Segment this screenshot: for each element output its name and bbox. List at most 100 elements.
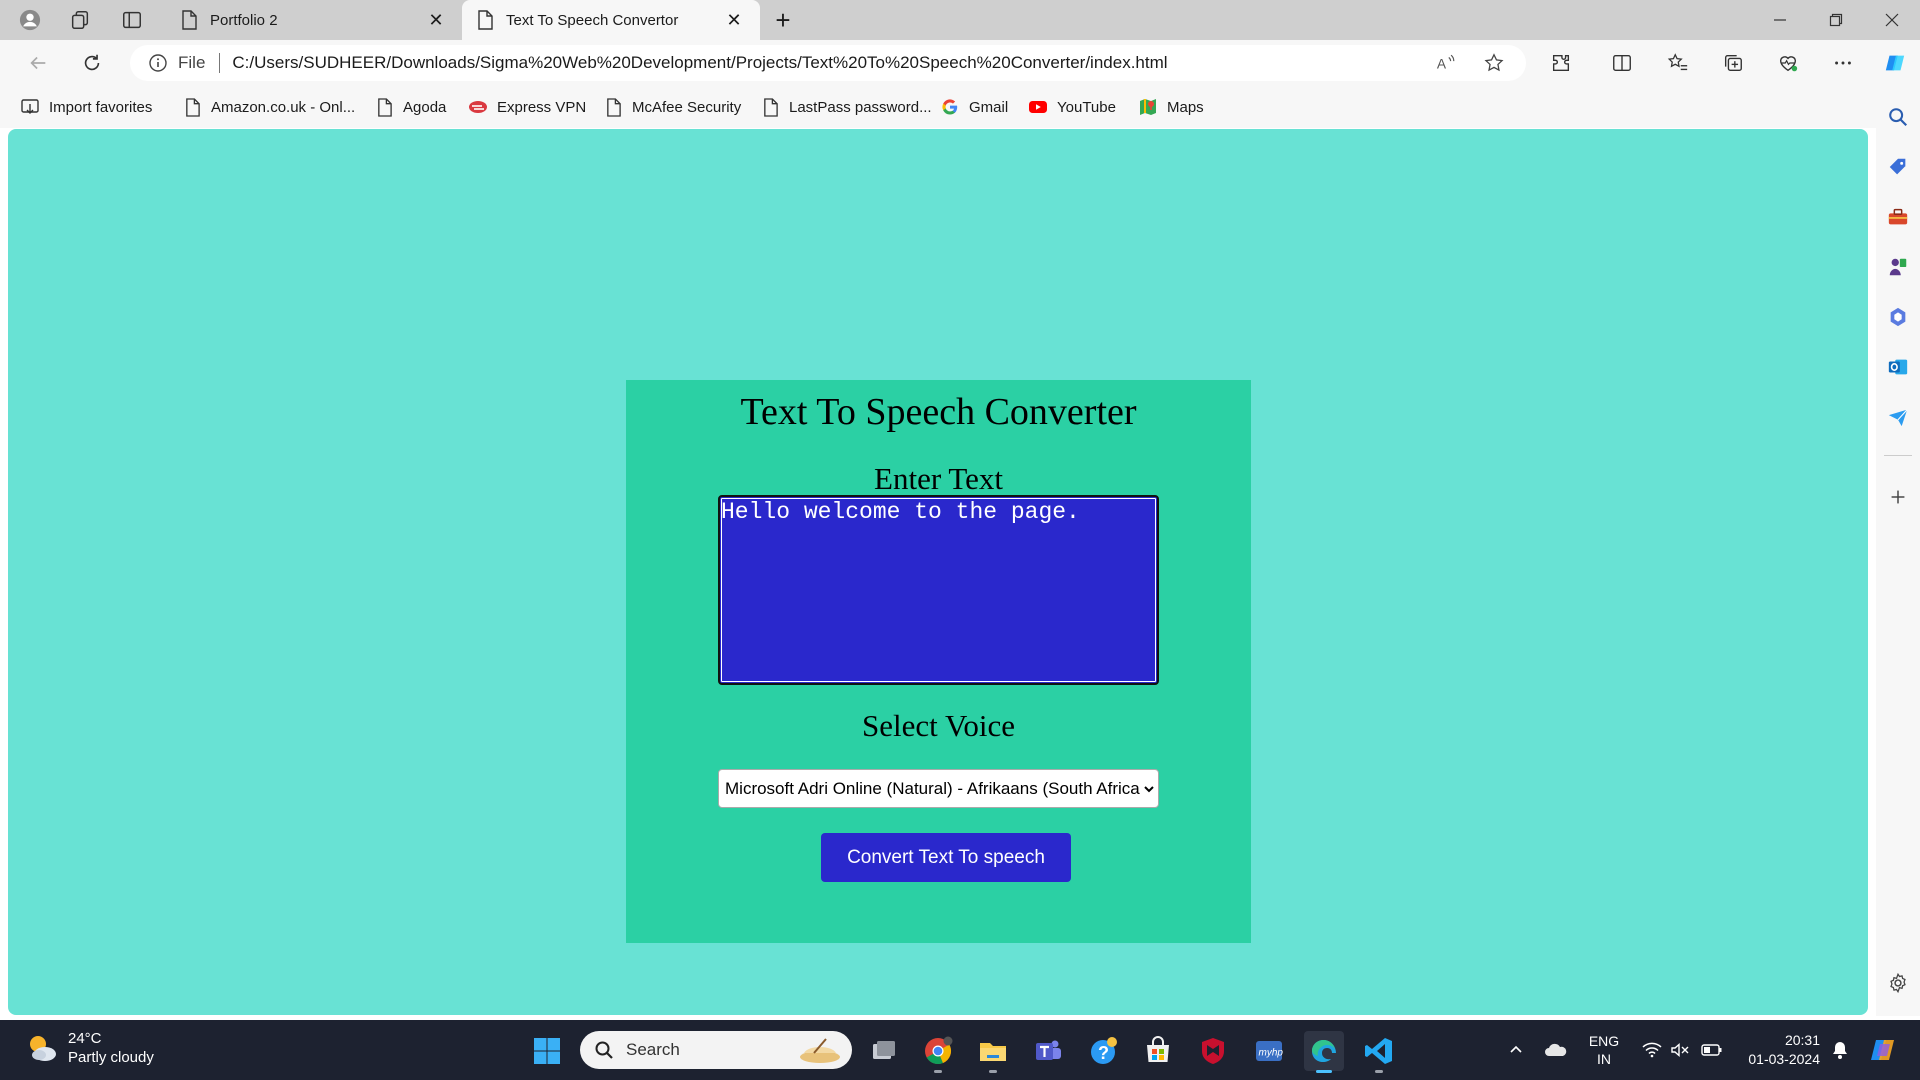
battery-status[interactable] (1696, 1020, 1728, 1080)
taskbar-chrome[interactable] (918, 1031, 958, 1073)
read-aloud-icon[interactable]: A (1432, 49, 1460, 77)
outlook-icon (1888, 359, 1908, 375)
weather-widget[interactable]: 24°C Partly cloudy (24, 1029, 154, 1067)
start-button[interactable] (527, 1031, 567, 1071)
taskbar-file-explorer[interactable] (973, 1031, 1013, 1073)
collections-button[interactable] (1715, 45, 1751, 81)
taskbar-vscode[interactable] (1359, 1031, 1399, 1073)
favorites-button[interactable] (1660, 45, 1696, 81)
split-screen-button[interactable] (1604, 45, 1640, 81)
text-input[interactable]: Hello welcome to the page. (718, 495, 1159, 685)
favorite-lastpass[interactable]: LastPass password... (760, 93, 932, 121)
favorites-bar: Import favorites Amazon.co.uk - Onl... A… (0, 86, 1920, 128)
taskbar-mcafee[interactable] (1193, 1031, 1233, 1071)
page-icon (374, 97, 394, 117)
taskbar-edge[interactable] (1304, 1031, 1344, 1073)
sidebar-m365-button[interactable] (1883, 302, 1913, 332)
profile-button[interactable] (12, 4, 48, 36)
new-tab-button[interactable]: + (765, 4, 801, 36)
voice-selected-value: Microsoft Adri Online (Natural) - Afrika… (725, 778, 1140, 798)
converter-card: Text To Speech Converter Enter Text Hell… (626, 380, 1251, 943)
sidebar-tools-button[interactable] (1883, 202, 1913, 232)
copilot-button[interactable] (1877, 45, 1913, 81)
clock-date: 01-03-2024 (1748, 1051, 1820, 1067)
tab-portfolio[interactable]: Portfolio 2 ✕ (166, 0, 462, 40)
sidebar-outlook-button[interactable] (1883, 352, 1913, 382)
search-highlight-icon (800, 1038, 840, 1063)
onedrive-button[interactable] (1540, 1020, 1572, 1080)
language-indicator[interactable]: ENG IN (1584, 1020, 1624, 1080)
settings-more-button[interactable] (1825, 45, 1861, 81)
favorite-youtube[interactable]: YouTube (1028, 93, 1116, 121)
browser-toolbar: File C:/Users/SUDHEER/Downloads/Sigma%20… (0, 40, 1920, 86)
minimize-button[interactable] (1752, 0, 1808, 40)
help-icon: ? (1091, 1037, 1117, 1064)
favorite-label: Amazon.co.uk - Onl... (211, 98, 356, 116)
favorite-label: Express VPN (497, 98, 587, 116)
import-icon (20, 97, 40, 117)
sidebar-drop-button[interactable] (1883, 402, 1913, 432)
close-window-button[interactable] (1864, 0, 1920, 40)
address-bar[interactable]: File C:/Users/SUDHEER/Downloads/Sigma%20… (130, 45, 1526, 81)
volume-status[interactable] (1666, 1020, 1694, 1080)
sidebar-add-button[interactable] (1883, 482, 1913, 512)
url-text[interactable]: C:/Users/SUDHEER/Downloads/Sigma%20Web%2… (232, 53, 1167, 73)
taskbar-store[interactable] (1138, 1031, 1178, 1071)
youtube-icon (1028, 97, 1048, 117)
favorite-label: Import favorites (49, 98, 153, 116)
workspaces-button[interactable] (62, 4, 98, 36)
sidebar-search-button[interactable] (1883, 102, 1913, 132)
lang-region: IN (1597, 1051, 1611, 1067)
vertical-tabs-button[interactable] (114, 4, 150, 36)
copilot-taskbar-button[interactable] (1864, 1020, 1904, 1080)
tab-text-to-speech[interactable]: Text To Speech Convertor ✕ (462, 0, 760, 40)
show-hidden-icons-button[interactable] (1500, 1020, 1532, 1080)
favorite-amazon[interactable]: Amazon.co.uk - Onl... (182, 93, 355, 121)
back-button[interactable] (20, 45, 56, 81)
favorite-mcafee[interactable]: McAfee Security (603, 93, 741, 121)
restore-button[interactable] (1808, 0, 1864, 40)
browser-essentials-button[interactable] (1770, 45, 1806, 81)
sidebar-games-button[interactable] (1883, 252, 1913, 282)
taskbar-clock[interactable]: 20:31 01-03-2024 (1735, 1031, 1820, 1069)
favorite-expressvpn[interactable]: Express VPN (468, 93, 586, 121)
voice-select[interactable]: Microsoft Adri Online (Natural) - Afrika… (718, 769, 1159, 808)
refresh-button[interactable] (74, 45, 110, 81)
restore-icon (1829, 13, 1843, 27)
sidebar-shopping-button[interactable] (1883, 152, 1913, 182)
notifications-button[interactable] (1826, 1020, 1854, 1080)
taskbar-myhp[interactable]: myhp (1249, 1031, 1289, 1071)
taskbar-task-view[interactable] (864, 1031, 904, 1071)
wifi-status[interactable] (1638, 1020, 1666, 1080)
favorite-gmail[interactable]: Gmail (940, 93, 1008, 121)
battery-icon (1701, 1044, 1722, 1056)
favorite-star-icon[interactable] (1480, 49, 1508, 77)
refresh-icon (84, 54, 100, 71)
wifi-icon (1642, 1042, 1662, 1058)
split-screen-icon (1613, 54, 1631, 72)
page-icon (182, 97, 202, 117)
taskbar-search[interactable]: Search (580, 1031, 852, 1069)
taskbar-teams[interactable] (1028, 1031, 1068, 1071)
expressvpn-icon (468, 97, 488, 117)
chrome-icon (925, 1036, 953, 1065)
games-icon (1889, 258, 1907, 276)
favorite-import[interactable]: Import favorites (20, 93, 152, 121)
taskbar-get-help[interactable]: ? (1083, 1031, 1123, 1071)
favorite-label: LastPass password... (789, 98, 932, 116)
workspaces-icon (71, 11, 89, 29)
favorite-agoda[interactable]: Agoda (374, 93, 446, 121)
weather-temp: 24°C (68, 1030, 102, 1047)
running-indicator (1316, 1070, 1332, 1073)
convert-button[interactable]: Convert Text To speech (821, 833, 1071, 882)
close-icon[interactable]: ✕ (424, 8, 448, 32)
close-icon[interactable]: ✕ (722, 8, 746, 32)
extensions-button[interactable] (1543, 45, 1579, 81)
page-icon (760, 97, 780, 117)
chevron-down-icon (1140, 783, 1158, 795)
taskbar: 24°C Partly cloudy Search ? myhp ENG IN … (0, 1020, 1920, 1080)
info-icon[interactable] (148, 53, 168, 73)
plus-icon (1891, 490, 1905, 504)
favorite-maps[interactable]: Maps (1138, 93, 1204, 121)
sidebar-settings-button[interactable] (1883, 968, 1913, 998)
